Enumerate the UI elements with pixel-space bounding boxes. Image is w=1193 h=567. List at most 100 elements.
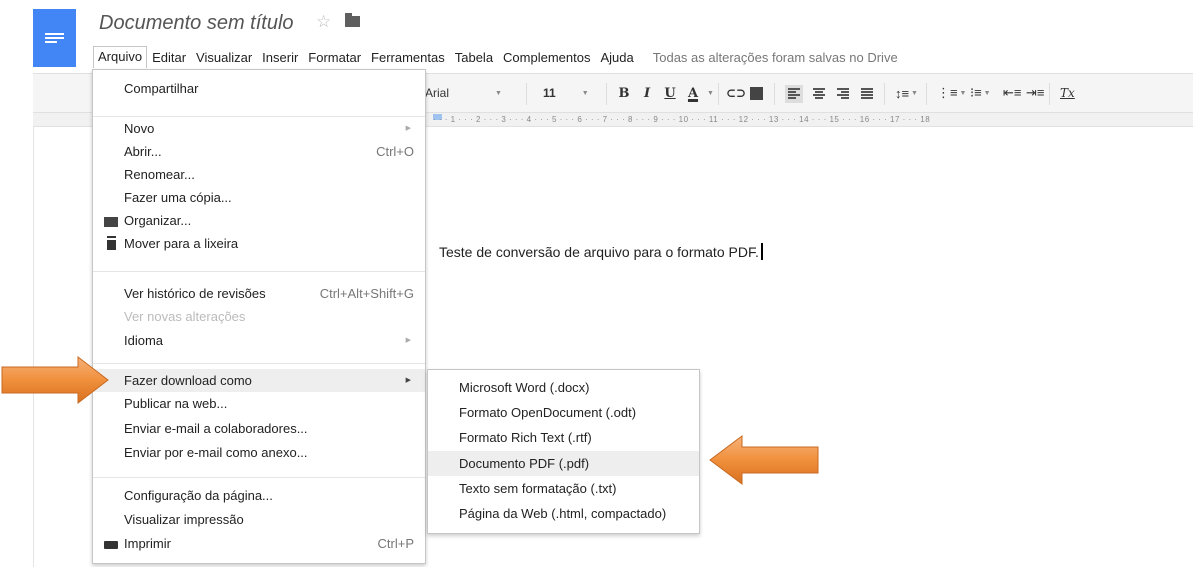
text-cursor (760, 243, 763, 260)
decrease-indent-icon[interactable]: ⇤≡ (1003, 74, 1021, 112)
toolbar-divider (926, 83, 927, 105)
clear-formatting-icon[interactable]: Tx (1060, 74, 1075, 112)
menu-item-label: Fazer uma cópia... (124, 190, 232, 205)
printer-icon (104, 541, 118, 549)
body-text: Teste de conversão de arquivo para o for… (439, 244, 759, 260)
bold-button[interactable]: B (614, 74, 634, 112)
download-odt[interactable]: Formato OpenDocument (.odt) (428, 400, 699, 425)
toolbar-divider (884, 83, 885, 105)
dropdown-arrow-icon[interactable]: ▼ (707, 74, 714, 112)
menu-item-email-collaborators[interactable]: Enviar e-mail a colaboradores... (93, 417, 425, 440)
menu-item-label: Publicar na web... (124, 396, 228, 411)
link-icon[interactable]: ⊂⊃ (726, 74, 746, 112)
shortcut-label: Ctrl+P (377, 536, 414, 551)
menu-item-label: Enviar e-mail a colaboradores... (124, 421, 308, 436)
menu-item-rename[interactable]: Renomear... (93, 163, 425, 186)
increase-indent-icon[interactable]: ⇥≡ (1026, 74, 1044, 112)
callout-arrow-left-icon (709, 435, 819, 485)
numbered-list-icon[interactable]: ⋮≡ ▼ (937, 74, 966, 112)
menu-editar[interactable]: Editar (147, 47, 191, 68)
menu-item-open[interactable]: Abrir... Ctrl+O (93, 140, 425, 163)
bulleted-list-icon[interactable]: ⁝≡ ▼ (970, 74, 991, 112)
menu-item-label: Ver histórico de revisões (124, 286, 266, 301)
comment-icon[interactable] (750, 74, 764, 112)
menu-item-language[interactable]: Idioma ▶ (93, 329, 425, 352)
toolbar-divider (526, 83, 527, 105)
menu-arquivo[interactable]: Arquivo (93, 46, 148, 68)
menu-item-label: Visualizar impressão (124, 512, 244, 527)
download-html[interactable]: Página da Web (.html, compactado) (428, 501, 699, 526)
download-submenu: Microsoft Word (.docx) Formato OpenDocum… (427, 369, 700, 534)
ruler-marks: · · · 1 · · · 2 · · · 3 · · · 4 · · · 5 … (433, 115, 931, 124)
menu-item-label: Enviar por e-mail como anexo... (124, 445, 308, 460)
menu-complementos[interactable]: Complementos (498, 47, 595, 68)
toolbar-divider (774, 83, 775, 105)
align-left-icon[interactable] (785, 85, 803, 103)
toolbar-divider (718, 83, 719, 105)
menu-ferramentas[interactable]: Ferramentas (366, 47, 450, 68)
submenu-arrow-icon: ▶ (405, 125, 411, 132)
menu-item-label: Mover para a lixeira (124, 236, 239, 251)
logo-line (45, 37, 64, 39)
menu-item-copy[interactable]: Fazer uma cópia... (93, 186, 425, 209)
italic-button[interactable]: I (637, 74, 657, 112)
menu-item-print-preview[interactable]: Visualizar impressão (93, 508, 425, 531)
submenu-arrow-icon: ▶ (405, 377, 411, 384)
menu-item-label: Compartilhar (124, 81, 199, 96)
menu-item-print[interactable]: Imprimir Ctrl+P (93, 532, 425, 555)
font-family-value: Arial (425, 86, 450, 100)
align-center-icon[interactable] (813, 88, 825, 99)
menu-ajuda[interactable]: Ajuda (595, 47, 638, 68)
menu-item-label: Configuração da página... (124, 488, 273, 503)
download-rtf[interactable]: Formato Rich Text (.rtf) (428, 425, 699, 450)
menu-item-label: Organizar... (124, 213, 192, 228)
menu-separator (93, 271, 425, 272)
menu-item-label: Fazer download como (124, 373, 252, 388)
menu-item-share[interactable]: Compartilhar (93, 77, 425, 100)
docs-logo[interactable] (33, 9, 76, 67)
save-status[interactable]: Todas as alterações foram salvas no Driv… (639, 50, 898, 65)
download-txt[interactable]: Texto sem formatação (.txt) (428, 476, 699, 501)
menu-tabela[interactable]: Tabela (450, 47, 498, 68)
download-docx[interactable]: Microsoft Word (.docx) (428, 375, 699, 400)
menu-item-history[interactable]: Ver histórico de revisões Ctrl+Alt+Shift+… (93, 282, 425, 305)
menu-item-trash[interactable]: Mover para a lixeira (93, 232, 425, 255)
menu-separator (93, 477, 425, 478)
menubar: Arquivo Editar Visualizar Inserir Format… (93, 46, 898, 68)
document-body[interactable]: Teste de conversão de arquivo para o for… (439, 243, 763, 260)
font-size-select[interactable]: 11 ▼ (543, 74, 595, 112)
line-spacing-icon[interactable]: ↕≡ ▼ (895, 74, 918, 112)
menu-item-publish[interactable]: Publicar na web... (93, 392, 425, 415)
menu-formatar[interactable]: Formatar (303, 47, 366, 68)
dropdown-arrow-icon: ▼ (581, 89, 589, 97)
menu-item-email-attachment[interactable]: Enviar por e-mail como anexo... (93, 441, 425, 464)
menu-item-label: Imprimir (124, 536, 171, 551)
font-family-select[interactable]: Arial ▼ (425, 74, 521, 112)
menu-visualizar[interactable]: Visualizar (191, 47, 257, 68)
logo-line (45, 33, 64, 35)
shortcut-label: Ctrl+O (376, 144, 414, 159)
submenu-arrow-icon: ▶ (405, 337, 411, 344)
menu-item-label: Idioma (124, 333, 164, 348)
menu-item-label: Ver novas alterações (124, 309, 246, 324)
text-color-button[interactable]: A (683, 74, 703, 112)
file-menu: Compartilhar Novo ▶ Abrir... Ctrl+O Renome… (92, 69, 426, 564)
callout-arrow-right-icon (1, 355, 109, 405)
folder-icon (104, 217, 118, 227)
menu-inserir[interactable]: Inserir (257, 47, 303, 68)
download-pdf[interactable]: Documento PDF (.pdf) (428, 451, 699, 476)
menu-item-new[interactable]: Novo ▶ (93, 117, 425, 140)
logo-line (45, 41, 57, 43)
menu-item-page-setup[interactable]: Configuração da página... (93, 484, 425, 507)
underline-button[interactable]: U (660, 74, 680, 112)
align-justify-icon[interactable] (861, 88, 873, 99)
document-title[interactable]: Documento sem título (99, 12, 294, 35)
menu-item-download[interactable]: Fazer download como ▶ (93, 369, 425, 392)
star-icon[interactable]: ☆ (316, 12, 331, 32)
menu-item-organize[interactable]: Organizar... (93, 209, 425, 232)
page-edge (33, 127, 34, 567)
menu-item-new-changes: Ver novas alterações (93, 305, 425, 328)
align-right-icon[interactable] (837, 88, 849, 99)
shortcut-label: Ctrl+Alt+Shift+G (319, 286, 414, 301)
folder-icon[interactable] (345, 13, 360, 27)
